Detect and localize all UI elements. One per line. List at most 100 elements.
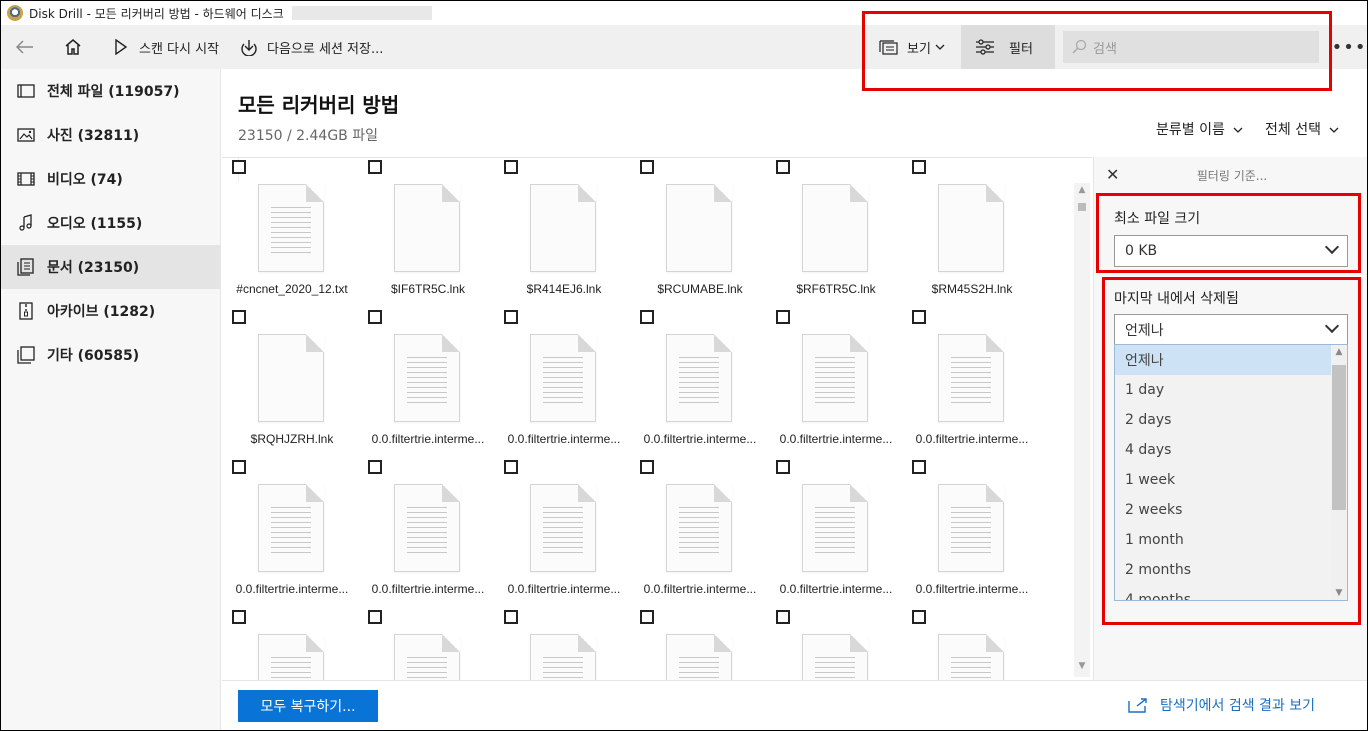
file-name: 0.0.filtertrie.interme... [507, 582, 621, 596]
file-tile[interactable]: 0.0.filtertrie.interme... [774, 308, 904, 458]
dropdown-scrollbar[interactable]: ▲ ▼ [1331, 345, 1347, 600]
deleted-within-select[interactable]: 언제나 [1114, 314, 1348, 346]
file-checkbox[interactable] [640, 460, 654, 474]
file-name: 0.0.filtertrie.interme... [371, 432, 485, 446]
dropdown-option[interactable]: 1 week [1115, 465, 1347, 495]
file-checkbox[interactable] [776, 160, 790, 174]
text-file-icon [394, 334, 460, 422]
close-icon[interactable]: ✕ [1106, 165, 1119, 184]
file-checkbox[interactable] [640, 310, 654, 324]
file-tile[interactable] [910, 608, 1040, 680]
file-tile[interactable] [366, 608, 496, 680]
file-tile[interactable] [230, 608, 360, 680]
back-button[interactable] [5, 25, 53, 69]
file-checkbox[interactable] [232, 610, 246, 624]
file-tile[interactable]: 0.0.filtertrie.interme... [638, 458, 768, 608]
sidebar-item-label: 오디오 (1155) [47, 216, 143, 232]
scrollbar-thumb[interactable] [1332, 365, 1346, 510]
file-checkbox[interactable] [232, 310, 246, 324]
file-checkbox[interactable] [368, 610, 382, 624]
sidebar-item-label: 비디오 (74) [47, 172, 123, 188]
file-checkbox[interactable] [640, 610, 654, 624]
file-tile[interactable]: 0.0.filtertrie.interme... [774, 458, 904, 608]
dropdown-option[interactable]: 2 weeks [1115, 495, 1347, 525]
sidebar-item-archives[interactable]: 아카이브 (1282) [1, 289, 220, 333]
sidebar-item-documents[interactable]: 문서 (23150) [1, 245, 220, 289]
file-icon [530, 184, 596, 272]
file-icon [938, 184, 1004, 272]
home-button[interactable] [53, 25, 101, 69]
scroll-up-icon[interactable]: ▲ [1331, 347, 1347, 357]
file-checkbox[interactable] [776, 460, 790, 474]
dropdown-option[interactable]: 2 days [1115, 405, 1347, 435]
file-checkbox[interactable] [504, 460, 518, 474]
file-checkbox[interactable] [912, 460, 926, 474]
sidebar-item-all-files[interactable]: 전체 파일 (119057) [1, 69, 220, 113]
scroll-down-icon[interactable]: ▼ [1331, 588, 1347, 598]
file-tile[interactable]: 0.0.filtertrie.interme... [366, 458, 496, 608]
dropdown-option[interactable]: 2 months [1115, 555, 1347, 585]
file-tile[interactable]: 0.0.filtertrie.interme... [230, 458, 360, 608]
save-session-button[interactable]: 다음으로 세션 저장... [229, 25, 393, 69]
file-checkbox[interactable] [504, 310, 518, 324]
grid-scrollbar[interactable]: ▲ ▼ [1074, 183, 1090, 677]
view-button[interactable]: 보기 [869, 25, 957, 69]
file-checkbox[interactable] [640, 160, 654, 174]
file-tile[interactable]: $R414EJ6.lnk [502, 158, 632, 308]
file-checkbox[interactable] [912, 310, 926, 324]
file-tile[interactable]: 0.0.filtertrie.interme... [502, 308, 632, 458]
open-in-explorer-link[interactable]: 탐색기에서 검색 결과 보기 [1128, 695, 1315, 715]
file-tile[interactable]: $RM45S2H.lnk [910, 158, 1040, 308]
more-options-button[interactable]: ••• [1332, 25, 1366, 69]
scrollbar-thumb[interactable] [1078, 203, 1086, 211]
file-tile[interactable]: 0.0.filtertrie.interme... [638, 308, 768, 458]
file-checkbox[interactable] [368, 310, 382, 324]
dropdown-option[interactable]: 4 months [1115, 585, 1347, 600]
scroll-up-icon[interactable]: ▲ [1074, 185, 1090, 199]
select-all-dropdown[interactable]: 전체 선택 [1265, 119, 1339, 139]
file-tile[interactable] [774, 608, 904, 680]
file-checkbox[interactable] [776, 610, 790, 624]
sidebar-item-photos[interactable]: 사진 (32811) [1, 113, 220, 157]
file-tile[interactable]: $RQHJZRH.lnk [230, 308, 360, 458]
filter-button[interactable]: 필터 [961, 25, 1055, 69]
file-tile[interactable] [638, 608, 768, 680]
file-checkbox[interactable] [912, 160, 926, 174]
min-file-size-select[interactable]: 0 KB [1114, 235, 1348, 267]
external-link-icon [1128, 697, 1148, 713]
file-checkbox[interactable] [776, 310, 790, 324]
dropdown-option[interactable]: 언제나 [1115, 345, 1347, 375]
file-tile[interactable]: $RCUMABE.lnk [638, 158, 768, 308]
file-checkbox[interactable] [232, 460, 246, 474]
file-checkbox[interactable] [504, 160, 518, 174]
sort-by-name-dropdown[interactable]: 분류별 이름 [1156, 119, 1243, 139]
minimize-icon[interactable] [1293, 3, 1307, 17]
sliders-icon [975, 37, 995, 57]
file-checkbox[interactable] [504, 610, 518, 624]
file-tile[interactable]: #cncnet_2020_12.txt [230, 158, 360, 308]
scroll-down-icon[interactable]: ▼ [1074, 661, 1090, 675]
file-tile[interactable]: 0.0.filtertrie.interme... [366, 308, 496, 458]
file-tile[interactable]: 0.0.filtertrie.interme... [910, 458, 1040, 608]
file-checkbox[interactable] [912, 610, 926, 624]
file-tile[interactable]: 0.0.filtertrie.interme... [502, 458, 632, 608]
start-scan-button[interactable]: 스캔 다시 시작 [101, 25, 229, 69]
file-tile[interactable]: $IF6TR5C.lnk [366, 158, 496, 308]
text-file-icon [666, 484, 732, 572]
file-name: $RQHJZRH.lnk [250, 432, 334, 446]
sidebar-item-other[interactable]: 기타 (60585) [1, 333, 220, 377]
file-tile[interactable]: $RF6TR5C.lnk [774, 158, 904, 308]
file-checkbox[interactable] [368, 460, 382, 474]
recover-all-button[interactable]: 모두 복구하기... [238, 690, 378, 722]
dropdown-option[interactable]: 1 month [1115, 525, 1347, 555]
text-file-icon [258, 184, 324, 272]
search-input[interactable]: 검색 [1063, 31, 1319, 63]
dropdown-option[interactable]: 1 day [1115, 375, 1347, 405]
file-tile[interactable]: 0.0.filtertrie.interme... [910, 308, 1040, 458]
sidebar-item-audio[interactable]: 오디오 (1155) [1, 201, 220, 245]
file-checkbox[interactable] [232, 160, 246, 174]
sidebar-item-video[interactable]: 비디오 (74) [1, 157, 220, 201]
file-checkbox[interactable] [368, 160, 382, 174]
file-tile[interactable] [502, 608, 632, 680]
dropdown-option[interactable]: 4 days [1115, 435, 1347, 465]
